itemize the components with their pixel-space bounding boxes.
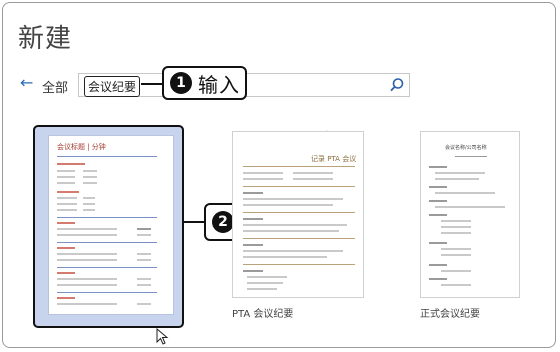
callout-connector bbox=[183, 221, 205, 223]
template-preview-title: 会议标题 | 分钟 bbox=[57, 143, 106, 151]
breadcrumb-all[interactable]: 全部 bbox=[42, 77, 68, 96]
search-icon[interactable] bbox=[389, 77, 405, 93]
callout-step-1: 1 输入 bbox=[162, 66, 247, 100]
template-preview: 会议标题 | 分钟 bbox=[48, 135, 174, 315]
callout-connector bbox=[141, 83, 163, 85]
template-preview-title: 会议名称/公司名称 bbox=[445, 145, 487, 151]
template-caption[interactable]: 正式会议纪要 bbox=[420, 305, 480, 320]
mouse-pointer-icon bbox=[156, 328, 169, 345]
template-card-formal-minutes[interactable]: 会议名称/公司名称 bbox=[420, 131, 520, 298]
callout-text: 输入 bbox=[198, 72, 240, 97]
template-card-pta-minutes[interactable]: 记录 PTA 会议 bbox=[232, 131, 364, 298]
template-preview-title: 记录 PTA 会议 bbox=[311, 155, 357, 163]
template-card-meeting-minutes[interactable]: 会议标题 | 分钟 bbox=[33, 125, 184, 345]
template-caption[interactable]: PTA 会议纪要 bbox=[232, 305, 293, 320]
step-number-badge: 2 bbox=[212, 211, 234, 233]
search-input[interactable]: 会议纪要 bbox=[84, 76, 141, 97]
page-title: 新建 bbox=[18, 24, 73, 54]
back-arrow-icon[interactable]: ← bbox=[20, 75, 33, 91]
step-number-badge: 1 bbox=[170, 72, 192, 94]
